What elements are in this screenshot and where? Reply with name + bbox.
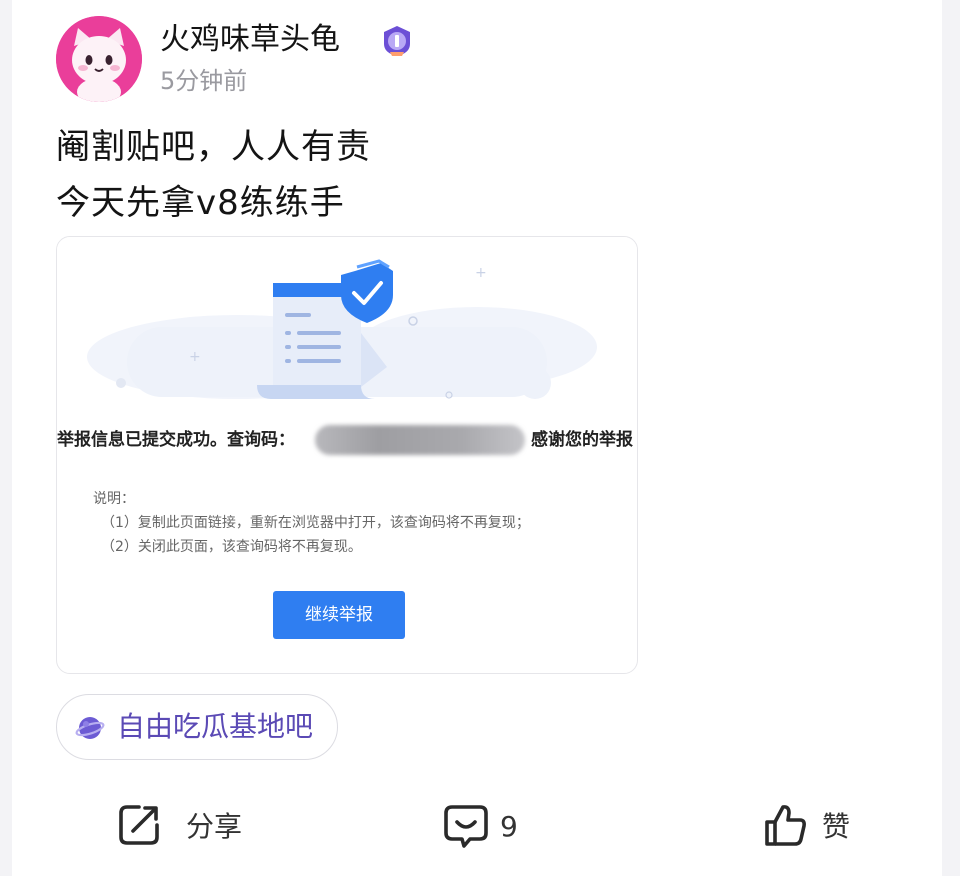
share-button[interactable]: 分享	[116, 800, 256, 856]
comment-icon	[444, 805, 488, 848]
svg-text:+: +	[189, 349, 201, 365]
like-button[interactable]: 赞	[762, 800, 872, 856]
note-title: 说明：	[93, 491, 135, 507]
thumbs-up-icon	[765, 805, 806, 846]
post-text-line-2: 今天先拿v8练练手	[56, 183, 345, 223]
post-card: 火鸡味草头龟 5分钟前 阉割贴吧，人人有责 今天先拿v8练练手 + + 举报信息…	[12, 0, 942, 876]
svg-text:+: +	[475, 265, 487, 281]
share-label: 分享	[186, 810, 243, 843]
continue-report-button: 继续举报	[273, 591, 405, 639]
avatar[interactable]	[56, 16, 142, 102]
note-item-2: （2）关闭此页面，该查询码将不再复现。	[101, 539, 362, 555]
comment-button[interactable]: 9	[442, 800, 542, 856]
share-icon	[119, 805, 159, 845]
forum-name: 自由吃瓜基地吧	[117, 710, 314, 743]
username[interactable]: 火鸡味草头龟	[160, 20, 340, 60]
post-timestamp: 5分钟前	[160, 67, 248, 95]
post-text-line-1: 阉割贴吧，人人有责	[56, 127, 371, 167]
report-success-message: 举报信息已提交成功。查询码：	[57, 430, 295, 450]
like-label: 赞	[822, 810, 851, 843]
comment-count: 9	[500, 810, 518, 843]
level-badge-icon	[380, 24, 414, 58]
planet-icon	[75, 713, 105, 743]
note-item-1: （1）复制此页面链接，重新在浏览器中打开，该查询码将不再复现；	[101, 515, 530, 531]
blurred-query-code	[315, 425, 525, 455]
report-success-illustration: + +	[57, 237, 637, 407]
forum-tag[interactable]: 自由吃瓜基地吧	[56, 694, 338, 760]
report-thanks-message: 感谢您的举报	[531, 430, 633, 450]
post-image[interactable]: + + 举报信息已提交成功。查询码： 感谢您的举报 说明： （1）复制此页面链接	[56, 236, 638, 674]
